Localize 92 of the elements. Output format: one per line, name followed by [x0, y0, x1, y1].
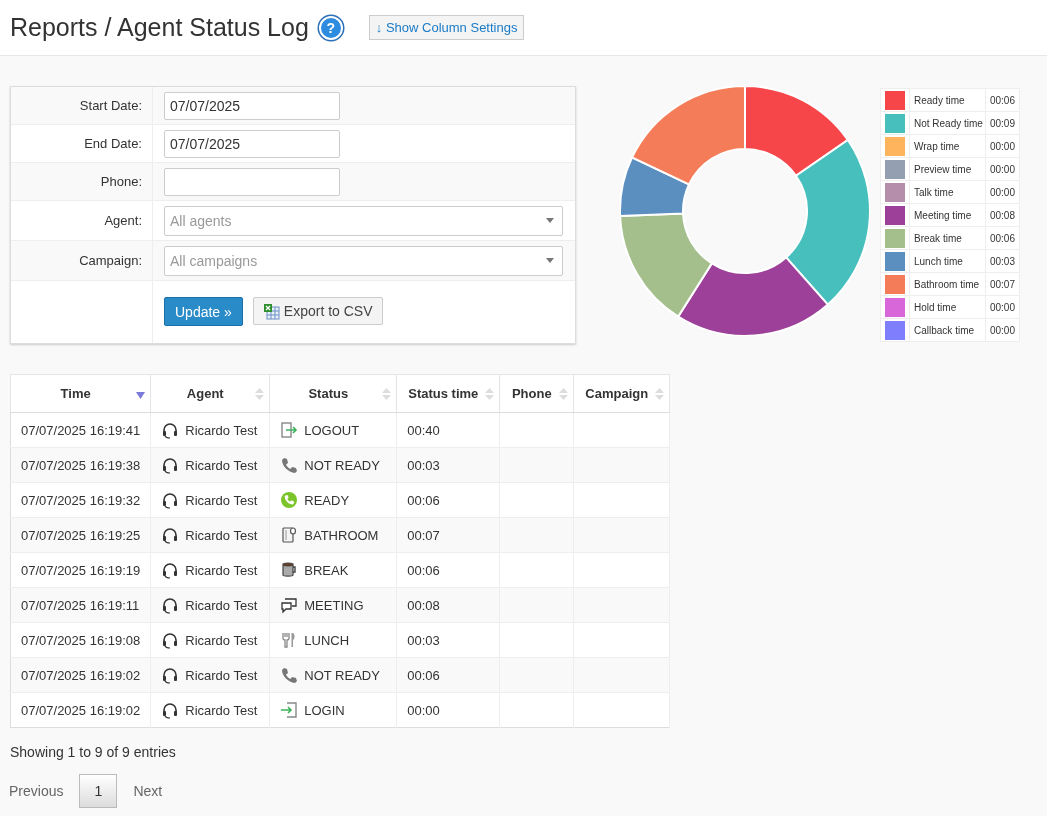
- status-label: LUNCH: [304, 632, 350, 648]
- headset-icon: [161, 561, 180, 579]
- legend-value: 00:00: [989, 324, 1015, 336]
- table-cell: 07/07/2025 16:19:08: [21, 632, 141, 648]
- table-cell: 07/07/2025 16:19:41: [21, 422, 141, 438]
- legend-value: 00:07: [989, 278, 1015, 290]
- agent-name: Ricardo Test: [185, 422, 258, 438]
- table-cell: 00:06: [407, 562, 440, 578]
- headset-icon: [161, 596, 180, 614]
- sort-icon[interactable]: [255, 388, 265, 400]
- field-label: Campaign:: [79, 253, 142, 268]
- legend-label: Callback time: [914, 324, 975, 336]
- field-label: Start Date:: [79, 98, 142, 113]
- agent-name: Ricardo Test: [185, 702, 258, 718]
- input-field[interactable]: 07/07/2025: [164, 91, 340, 120]
- status-label: MEETING: [304, 597, 364, 613]
- sort-icon[interactable]: [655, 388, 665, 400]
- agent-name: Ricardo Test: [185, 562, 258, 578]
- table-cell: 07/07/2025 16:19:38: [21, 457, 141, 473]
- legend-label: Bathroom time: [914, 278, 980, 290]
- legend-label: Not Ready time: [914, 117, 983, 129]
- export-csv-button[interactable]: Export to CSV: [252, 297, 383, 325]
- field-label: Agent:: [104, 213, 142, 228]
- table-cell: 00:06: [407, 667, 440, 683]
- table-cell: 07/07/2025 16:19:11: [21, 597, 140, 613]
- legend-label: Wrap time: [914, 140, 960, 152]
- legend-value: 00:00: [989, 301, 1015, 313]
- field-label: End Date:: [84, 136, 142, 151]
- legend-label: Ready time: [914, 94, 965, 106]
- agent-name: Ricardo Test: [185, 632, 258, 648]
- caret-icon[interactable]: [546, 258, 554, 263]
- legend-label: Preview time: [914, 163, 972, 175]
- show-column-settings-button[interactable]: ↓ Show Column Settings: [368, 15, 525, 40]
- agent-name: Ricardo Test: [185, 527, 258, 543]
- legend-label: Lunch time: [914, 255, 963, 267]
- headset-icon: [161, 421, 180, 439]
- table-cell: 07/07/2025 16:19:02: [21, 667, 141, 683]
- table-cell: 00:00: [407, 702, 440, 718]
- spreadsheet-icon: [262, 302, 280, 320]
- caret-icon[interactable]: [546, 218, 554, 223]
- agent-name: Ricardo Test: [185, 492, 258, 508]
- legend-label: Talk time: [914, 186, 954, 198]
- page-button[interactable]: 1: [79, 774, 118, 808]
- status-label: READY: [304, 492, 350, 508]
- legend-label: Meeting time: [914, 209, 972, 221]
- table-cell: 07/07/2025 16:19:32: [21, 492, 141, 508]
- headset-icon: [161, 491, 180, 509]
- headset-icon: [161, 456, 180, 474]
- headset-icon: [161, 666, 180, 684]
- table-cell: 00:40: [407, 422, 440, 438]
- status-label: NOT READY: [304, 667, 380, 683]
- page-title: Reports / Agent Status Log: [10, 13, 309, 42]
- table-cell: 00:03: [407, 457, 440, 473]
- sort-icon[interactable]: [559, 388, 569, 400]
- table-cell: 07/07/2025 16:19:02: [21, 702, 141, 718]
- headset-icon: [161, 526, 180, 544]
- input-field[interactable]: [164, 167, 340, 196]
- legend-value: 00:06: [989, 232, 1015, 244]
- entries-info: Showing 1 to 9 of 9 entries: [10, 744, 177, 760]
- agent-name: Ricardo Test: [185, 667, 258, 683]
- table-cell: 07/07/2025 16:19:19: [21, 562, 141, 578]
- pagination-link[interactable]: Next: [133, 783, 163, 799]
- input-field[interactable]: 07/07/2025: [164, 129, 340, 158]
- status-label: BATHROOM: [304, 527, 379, 543]
- pagination-link[interactable]: Previous: [9, 783, 64, 799]
- legend-value: 00:00: [989, 140, 1015, 152]
- table-cell: 00:03: [407, 632, 440, 648]
- status-label: BREAK: [304, 562, 349, 578]
- legend-value: 00:09: [989, 117, 1015, 129]
- legend-label: Break time: [914, 232, 962, 244]
- sort-icon[interactable]: [485, 388, 495, 400]
- legend-value: 00:03: [989, 255, 1015, 267]
- agent-name: Ricardo Test: [185, 597, 258, 613]
- status-label: LOGOUT: [304, 422, 360, 438]
- legend-value: 00:00: [989, 186, 1015, 198]
- legend-value: 00:06: [989, 94, 1015, 106]
- field-label: Phone:: [100, 174, 142, 189]
- table-cell: 00:07: [407, 527, 440, 543]
- headset-icon: [161, 701, 180, 719]
- status-label: LOGIN: [304, 702, 345, 718]
- agent-name: Ricardo Test: [185, 457, 258, 473]
- legend-value: 00:00: [989, 163, 1015, 175]
- table-cell: 07/07/2025 16:19:25: [21, 527, 141, 543]
- legend-label: Hold time: [914, 301, 957, 313]
- table-cell: 00:08: [407, 597, 440, 613]
- table-cell: 00:06: [407, 492, 440, 508]
- update-button[interactable]: Update »: [164, 297, 243, 326]
- help-button[interactable]: ?: [318, 15, 343, 40]
- sort-icon[interactable]: [382, 388, 392, 400]
- status-label: NOT READY: [304, 457, 380, 473]
- headset-icon: [161, 631, 180, 649]
- legend-value: 00:08: [989, 209, 1015, 221]
